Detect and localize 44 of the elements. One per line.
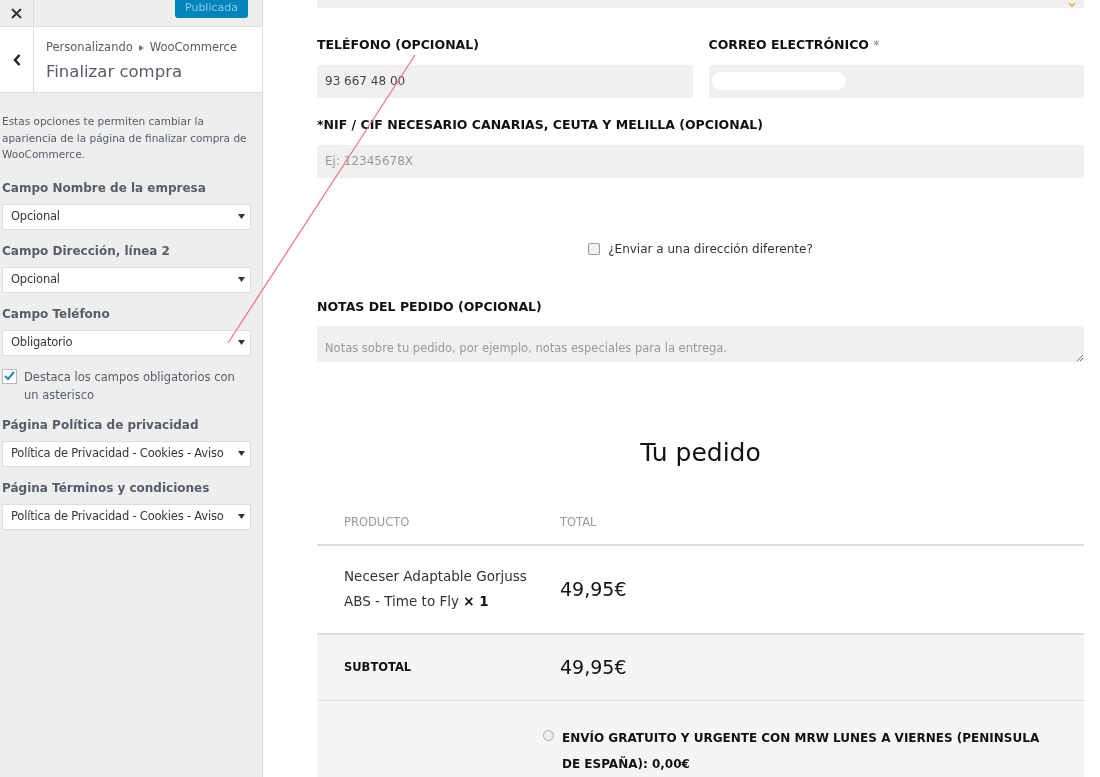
subtotal-value: 49,95€ (560, 655, 627, 680)
breadcrumb-current: WooCommerce (149, 39, 237, 56)
select-field[interactable]: Opcional (2, 203, 251, 230)
checkbox-label: Destaca los campos obligatorios con un asterisco (24, 368, 236, 404)
field-label: NOTAS DEL PEDIDO (OPCIONAL) (317, 297, 543, 316)
checkbox[interactable] (2, 368, 17, 384)
select-field[interactable]: Opcional (2, 266, 251, 293)
field-label: Campo Nombre de la empresa (2, 179, 207, 197)
dropdown-caret-icon (238, 451, 245, 456)
resize-handle-icon (1076, 354, 1083, 362)
select-field[interactable]: Obligatorio (2, 329, 251, 356)
field-label: CORREO ELECTRÓNICO * (708, 36, 881, 54)
line-total: 49,95€ (560, 577, 627, 602)
breadcrumb-separator-icon (138, 44, 144, 51)
field-label: TELÉFONO (OPCIONAL) (317, 36, 480, 54)
close-icon[interactable] (11, 7, 22, 19)
field-label: Campo Dirección, línea 2 (2, 242, 171, 260)
checkbox-label: ¿Enviar a una dirección diferente? (608, 240, 813, 258)
input-field[interactable]: Ej: 12345678X (317, 144, 1084, 178)
breadcrumb-link[interactable]: Personalizando (46, 39, 133, 57)
checkmark-icon (4, 371, 15, 381)
section-title: Tu pedido (639, 437, 762, 470)
field-label: Página Términos y condiciones (2, 479, 211, 497)
shipping-option-label: ENVÍO GRATUITO Y URGENTE CON MRW LUNES A VIERNES (PENINSULA DE ESPAÑA): 0,00€ (562, 729, 1041, 773)
back-chevron-icon[interactable] (12, 53, 21, 66)
select-field[interactable] (317, 0, 1084, 8)
radio-button[interactable] (543, 729, 554, 741)
select-field[interactable]: Política de Privacidad - Cookies - Aviso (2, 503, 251, 530)
checkbox[interactable] (588, 242, 601, 255)
dropdown-caret-icon (238, 340, 245, 345)
field-label: Campo Teléfono (2, 305, 111, 323)
dropdown-caret-icon (238, 277, 245, 282)
column-header: TOTAL (560, 513, 597, 531)
panel-description: Estas opciones te permiten cambiar la apariencia de la página de finalizar compra de WooCommerce. (2, 114, 248, 162)
field-label: Página Política de privacidad (2, 416, 200, 434)
dropdown-caret-icon (238, 514, 245, 519)
subtotal-label: SUBTOTAL (343, 658, 413, 676)
panel-title: Finalizar compra (46, 61, 184, 84)
column-header: PRODUCTO (343, 513, 411, 531)
dropdown-caret-icon (238, 214, 245, 219)
select-field[interactable]: Política de Privacidad - Cookies - Aviso (2, 440, 251, 467)
field-label: *NIF / CIF NECESARIO CANARIAS, CEUTA Y MELILLA (OPCIONAL) (317, 115, 764, 134)
product-name: Neceser Adaptable Gorjuss ABS - Time to Fly × 1 (343, 567, 528, 612)
dropdown-caret-icon (1068, 3, 1076, 8)
